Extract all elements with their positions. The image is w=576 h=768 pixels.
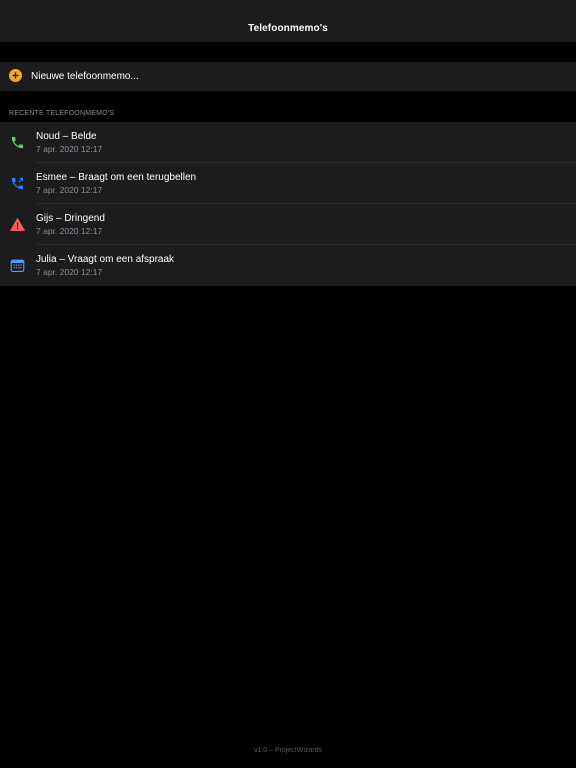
memo-date: 7 apr. 2020 12:17 xyxy=(36,185,103,195)
memo-title: Noud – Belde xyxy=(36,131,97,142)
memo-row[interactable]: Julia – Vraagt om een afspraak 7 apr. 20… xyxy=(0,245,576,286)
plus-circle-icon xyxy=(9,69,22,82)
memo-row[interactable]: Gijs – Dringend 7 apr. 2020 12:17 xyxy=(0,204,576,245)
calendar-icon xyxy=(10,259,25,272)
memo-title: Julia – Vraagt om een afspraak xyxy=(36,254,175,265)
memo-date: 7 apr. 2020 12:17 xyxy=(36,267,103,277)
new-memo-label: Nieuwe telefoonmemo... xyxy=(31,71,139,82)
phone-callback-icon xyxy=(11,177,24,190)
phone-icon xyxy=(11,136,24,149)
section-header: RECENTE TELEFOONMEMO'S xyxy=(9,110,115,117)
memo-row[interactable]: Esmee – Braagt om een terugbellen 7 apr.… xyxy=(0,163,576,204)
version-footer: v1.0 – ProjectWizards xyxy=(253,747,323,754)
new-memo-button[interactable]: Nieuwe telefoonmemo... xyxy=(0,62,576,91)
page-title: Telefoonmemo's xyxy=(248,22,328,34)
memo-date: 7 apr. 2020 12:17 xyxy=(36,226,103,236)
warning-icon xyxy=(10,218,25,231)
memo-title: Gijs – Dringend xyxy=(36,213,105,224)
memo-date: 7 apr. 2020 12:17 xyxy=(36,144,103,154)
navigation-bar: Telefoonmemo's xyxy=(0,0,576,42)
memo-list: Noud – Belde 7 apr. 2020 12:17 Esmee – B… xyxy=(0,122,576,286)
memo-title: Esmee – Braagt om een terugbellen xyxy=(36,172,197,183)
memo-row[interactable]: Noud – Belde 7 apr. 2020 12:17 xyxy=(0,122,576,163)
